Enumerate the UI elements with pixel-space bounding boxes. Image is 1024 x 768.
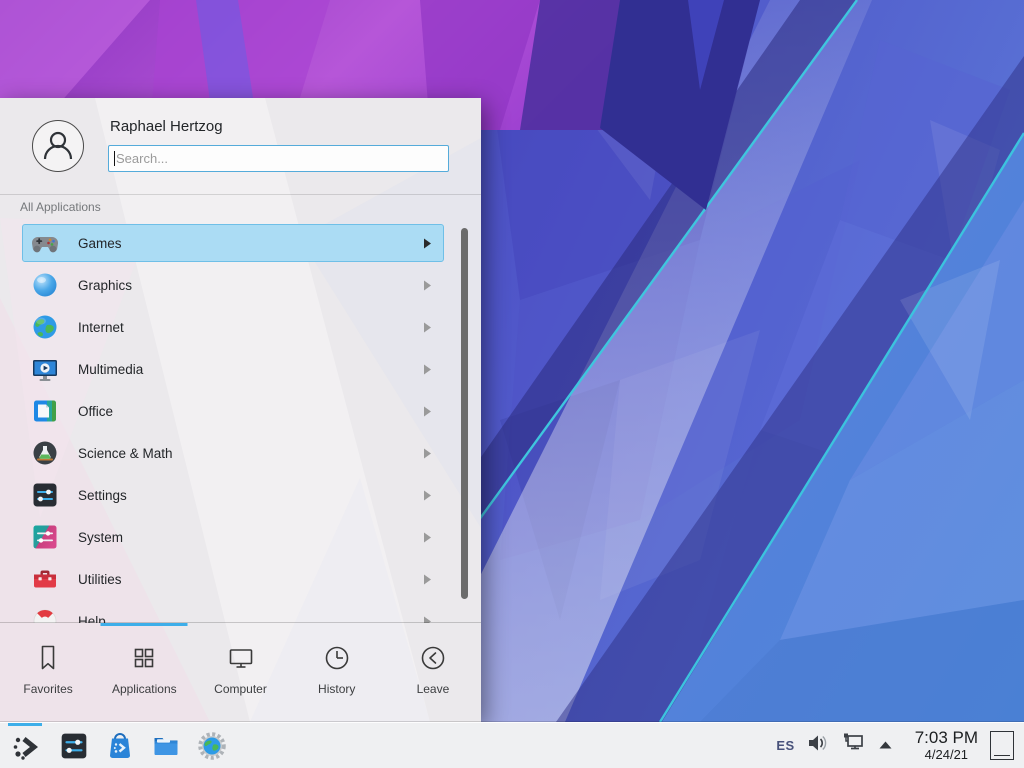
category-settings[interactable]: Settings: [22, 476, 444, 514]
category-multimedia[interactable]: Multimedia: [22, 350, 444, 388]
chevron-right-icon: [423, 532, 432, 543]
taskbar: ES 7:03: [0, 722, 1024, 768]
discover-icon: [105, 731, 135, 761]
category-help[interactable]: Help: [22, 602, 444, 623]
settings-icon: [31, 481, 59, 509]
category-office[interactable]: Office: [22, 392, 444, 430]
science-icon: [31, 439, 59, 467]
games-icon: [31, 229, 59, 257]
category-label: Settings: [78, 488, 423, 503]
chevron-right-icon: [423, 364, 432, 375]
chevron-right-icon: [423, 448, 432, 459]
tab-leave[interactable]: Leave: [385, 623, 481, 722]
chevron-right-icon: [423, 574, 432, 585]
app-grid-icon: [129, 643, 159, 673]
chevron-right-icon: [423, 238, 432, 249]
monitor-icon: [226, 643, 256, 673]
category-system[interactable]: System: [22, 518, 444, 556]
chevron-right-icon: [423, 322, 432, 333]
search-input[interactable]: [108, 145, 449, 172]
chevron-right-icon: [423, 406, 432, 417]
kickoff-tabbar: Favorites Applications: [0, 622, 481, 722]
scrollbar[interactable]: [461, 228, 468, 599]
application-launcher-icon: [10, 731, 40, 761]
user-name: Raphael Hertzog: [110, 118, 223, 135]
category-graphics[interactable]: Graphics: [22, 266, 444, 304]
leave-circle-icon: [418, 643, 448, 673]
system-tray: ES: [776, 732, 892, 759]
application-launcher-menu: Raphael Hertzog All Applications: [0, 98, 481, 722]
volume-icon[interactable]: [807, 733, 829, 758]
user-avatar[interactable]: [32, 120, 84, 172]
category-label: Utilities: [78, 572, 423, 587]
tab-applications[interactable]: Applications: [96, 623, 192, 722]
file-manager-launcher[interactable]: [150, 730, 182, 762]
internet-icon: [31, 313, 59, 341]
category-games[interactable]: Games: [22, 224, 444, 262]
office-icon: [31, 397, 59, 425]
category-label: Multimedia: [78, 362, 423, 377]
chevron-right-icon: [423, 490, 432, 501]
category-utilities[interactable]: Utilities: [22, 560, 444, 598]
category-list: Games Graphics: [0, 224, 481, 623]
category-label: Graphics: [78, 278, 423, 293]
web-browser-icon: [197, 731, 227, 761]
help-icon: [31, 607, 59, 623]
kickoff-header: Raphael Hertzog: [0, 98, 481, 194]
text-caret: [114, 151, 115, 166]
category-label: Games: [78, 236, 423, 251]
category-science-math[interactable]: Science & Math: [22, 434, 444, 472]
file-manager-icon: [151, 731, 181, 761]
search-field-wrap: [108, 145, 449, 172]
discover-launcher[interactable]: [104, 730, 136, 762]
digital-clock[interactable]: 7:03 PM 4/24/21: [915, 729, 978, 762]
system-settings-launcher[interactable]: [58, 730, 90, 762]
category-label: System: [78, 530, 423, 545]
header-divider: [0, 194, 481, 195]
section-label: All Applications: [20, 200, 101, 214]
multimedia-icon: [31, 355, 59, 383]
category-label: Science & Math: [78, 446, 423, 461]
keyboard-layout-indicator[interactable]: ES: [776, 738, 794, 753]
category-label: Office: [78, 404, 423, 419]
user-icon: [38, 126, 78, 166]
network-icon[interactable]: [841, 732, 866, 759]
clock-date: 4/24/21: [925, 748, 968, 762]
tab-favorites[interactable]: Favorites: [0, 623, 96, 722]
bookmark-icon: [33, 643, 63, 673]
clock-time: 7:03 PM: [915, 729, 978, 748]
tab-history[interactable]: History: [289, 623, 385, 722]
graphics-icon: [31, 271, 59, 299]
tab-computer[interactable]: Computer: [192, 623, 288, 722]
clock-icon: [322, 643, 352, 673]
system-icon: [31, 523, 59, 551]
utilities-icon: [31, 565, 59, 593]
show-desktop-button[interactable]: [990, 731, 1014, 760]
category-internet[interactable]: Internet: [22, 308, 444, 346]
system-settings-icon: [59, 731, 89, 761]
launcher-active-indicator: [8, 723, 42, 726]
expand-tray-icon[interactable]: [878, 737, 893, 755]
category-label: Internet: [78, 320, 423, 335]
web-browser-launcher[interactable]: [196, 730, 228, 762]
application-launcher-button[interactable]: [6, 723, 44, 768]
chevron-right-icon: [423, 280, 432, 291]
desktop: Raphael Hertzog All Applications: [0, 0, 1024, 768]
